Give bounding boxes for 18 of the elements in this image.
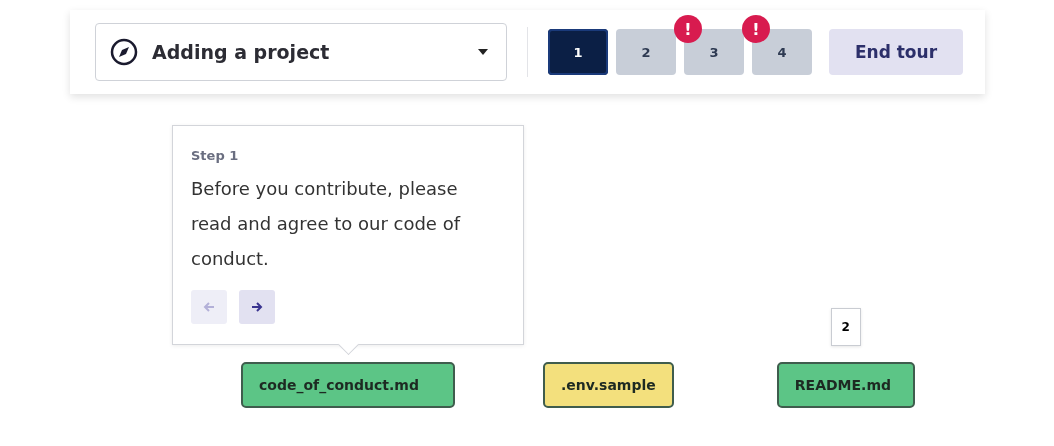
right-arrow-icon <box>251 302 263 312</box>
step-callout: 2 <box>830 308 861 346</box>
file-chip[interactable]: .env.sample <box>543 362 674 408</box>
warning-badge: ! <box>742 15 770 43</box>
end-tour-button[interactable]: End tour <box>829 29 963 75</box>
tour-title: Adding a project <box>152 41 331 63</box>
step-button[interactable]: 2 <box>616 29 676 75</box>
warning-badge: ! <box>674 15 702 43</box>
compass-icon <box>110 38 138 66</box>
step-label: Step 1 <box>191 148 240 163</box>
file-chip[interactable]: code_of_conduct.md <box>241 362 455 408</box>
step-button[interactable]: 1 <box>548 29 608 75</box>
file-chip[interactable]: README.md <box>776 362 915 408</box>
left-arrow-icon <box>203 302 215 312</box>
tour-dropdown[interactable]: Adding a project <box>95 23 507 81</box>
step-text: Before you contribute, please read and agree to our code of conduct. <box>191 177 462 271</box>
next-button[interactable] <box>239 290 275 324</box>
caret-icon <box>478 49 488 55</box>
